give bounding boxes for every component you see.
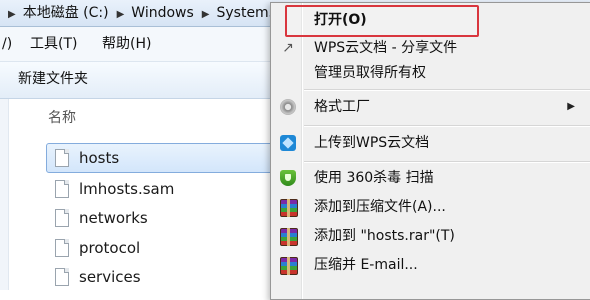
breadcrumb-arrow-icon[interactable]: ▶ — [0, 2, 21, 28]
context-menu: 打开(O) ↗ WPS云文档 - 分享文件 管理员取得所有权 格式工厂 ▶ 上传… — [270, 2, 590, 300]
winrar-icon — [280, 228, 298, 246]
file-icon — [55, 209, 69, 227]
file-icon — [55, 149, 69, 167]
file-icon — [55, 268, 69, 286]
menu-view[interactable]: /) — [2, 27, 12, 61]
file-name: lmhosts.sam — [79, 180, 175, 198]
column-header-name[interactable]: 名称 — [48, 107, 76, 127]
menu-item-label: 添加到 "hosts.rar"(T) — [314, 228, 455, 244]
menu-item-add-hosts-rar[interactable]: 添加到 "hosts.rar"(T) — [271, 224, 590, 248]
file-row-networks[interactable]: networks — [46, 203, 308, 233]
file-name: networks — [79, 209, 148, 227]
menu-item-label: 打开(O) — [314, 12, 367, 28]
file-name: protocol — [79, 239, 141, 257]
menu-item-label: 管理员取得所有权 — [314, 65, 426, 81]
menu-item-label: 使用 360杀毒 扫描 — [314, 170, 434, 186]
winrar-icon — [280, 257, 298, 275]
menu-item-upload-wps[interactable]: 上传到WPS云文档 — [271, 131, 590, 155]
breadcrumb-windows[interactable]: Windows — [129, 0, 196, 26]
breadcrumb-local-disk[interactable]: 本地磁盘 (C:) — [21, 0, 111, 26]
menu-item-360-scan[interactable]: 使用 360杀毒 扫描 — [271, 166, 590, 190]
breadcrumb-arrow-icon[interactable]: ▶ — [196, 2, 215, 28]
format-factory-icon — [280, 99, 296, 115]
share-icon: ↗ — [282, 40, 294, 56]
menu-item-label: 格式工厂 — [314, 99, 370, 115]
file-row-hosts[interactable]: hosts — [46, 143, 308, 173]
menu-divider — [304, 161, 590, 163]
winrar-icon — [280, 199, 298, 217]
file-icon — [55, 180, 69, 198]
new-folder-button[interactable]: 新建文件夹 — [18, 62, 88, 96]
file-row-protocol[interactable]: protocol — [46, 233, 308, 263]
file-row-lmhosts[interactable]: lmhosts.sam — [46, 174, 308, 204]
breadcrumb-arrow-icon[interactable]: ▶ — [111, 2, 130, 28]
menu-item-take-ownership[interactable]: 管理员取得所有权 — [271, 61, 590, 85]
file-row-services[interactable]: services — [46, 262, 308, 292]
menu-tools[interactable]: 工具(T) — [30, 27, 77, 61]
menu-help[interactable]: 帮助(H) — [102, 27, 151, 61]
menu-item-open[interactable]: 打开(O) — [271, 8, 590, 32]
menu-item-add-archive[interactable]: 添加到压缩文件(A)... — [271, 195, 590, 219]
menu-divider — [304, 89, 590, 91]
file-name: services — [79, 268, 141, 286]
menu-item-format-factory[interactable]: 格式工厂 ▶ — [271, 95, 590, 119]
menu-divider — [304, 125, 590, 127]
menu-item-label: 压缩并 E-mail... — [314, 257, 418, 273]
menu-item-compress-email[interactable]: 压缩并 E-mail... — [271, 253, 590, 277]
submenu-arrow-icon: ▶ — [567, 101, 575, 112]
menu-item-wps-share[interactable]: ↗ WPS云文档 - 分享文件 — [271, 36, 590, 60]
menu-item-label: WPS云文档 - 分享文件 — [314, 40, 458, 56]
file-name: hosts — [79, 149, 120, 167]
navigation-pane-edge — [0, 99, 9, 290]
menu-item-label: 上传到WPS云文档 — [314, 135, 430, 151]
file-icon — [55, 239, 69, 257]
wps-cloud-icon — [280, 135, 296, 151]
360-shield-icon — [280, 170, 296, 186]
menu-item-label: 添加到压缩文件(A)... — [314, 199, 446, 215]
